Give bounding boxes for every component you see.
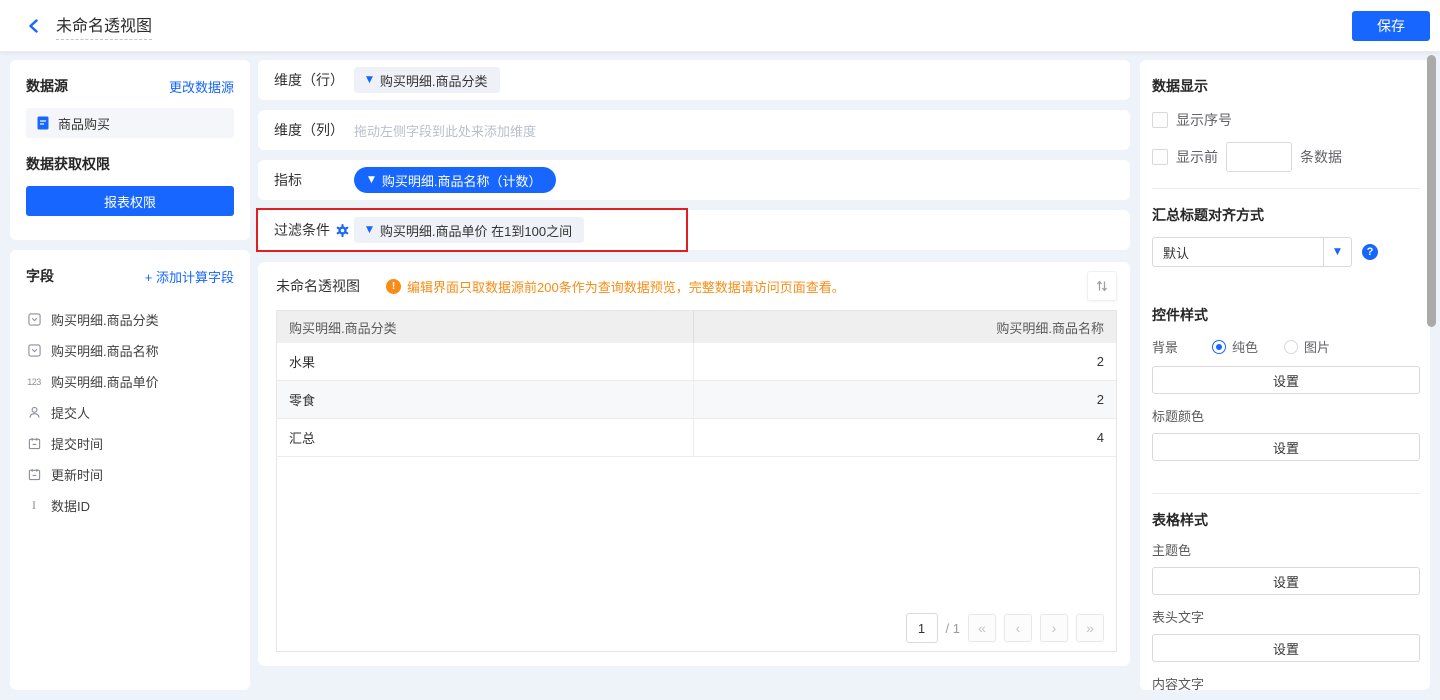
next-page-button[interactable]: › — [1040, 614, 1068, 642]
preview-panel: 未命名透视图 ! 编辑界面只取数据源前200条作为查询数据预览，完整数据请访问页… — [258, 262, 1130, 666]
solid-color-radio[interactable]: 纯色 — [1212, 337, 1258, 356]
filter-row: 过滤条件 ▼ 购买明细.商品单价 在1到100之间 — [258, 210, 1130, 250]
field-item-data-id[interactable]: I 数据ID — [26, 490, 234, 521]
title-color-label: 标题颜色 — [1152, 406, 1420, 425]
chevron-left-icon — [27, 19, 41, 33]
page-number-input[interactable] — [906, 613, 938, 643]
caret-down-icon: ▼ — [366, 226, 373, 235]
row-dimension-tag[interactable]: ▼ 购买明细.商品分类 — [354, 67, 500, 93]
table-header-row: 购买明细.商品分类 购买明细.商品名称 — [277, 311, 1116, 343]
field-item-name[interactable]: 购买明细.商品名称 — [26, 335, 234, 366]
show-first-checkbox[interactable] — [1152, 149, 1168, 165]
col-dimension-placeholder: 拖动左侧字段到此处来添加维度 — [354, 121, 536, 140]
theme-color-setting-button[interactable]: 设置 — [1152, 567, 1420, 595]
report-permission-button[interactable]: 报表权限 — [26, 186, 234, 216]
text-id-icon: I — [26, 498, 42, 513]
chevron-down-icon: ▼ — [1323, 238, 1351, 266]
document-icon — [36, 116, 50, 130]
filter-condition-tag[interactable]: ▼ 购买明细.商品单价 在1到100之间 — [354, 217, 584, 243]
calendar-icon — [26, 437, 42, 450]
field-item-update-time[interactable]: 更新时间 — [26, 459, 234, 490]
top-bar: 未命名透视图 保存 — [0, 0, 1440, 52]
back-button[interactable] — [24, 16, 44, 36]
table-row: 水果 2 — [277, 343, 1116, 381]
datasource-item[interactable]: 商品购买 — [26, 108, 234, 138]
preview-warning: ! 编辑界面只取数据源前200条作为查询数据预览，完整数据请访问页面查看。 — [386, 277, 845, 296]
select-field-icon — [26, 344, 42, 357]
row-dimension-label: 维度（行） — [274, 70, 354, 90]
number-field-icon: 123 — [26, 377, 42, 387]
calendar-icon — [26, 468, 42, 481]
row-dimension-row: 维度（行） ▼ 购买明细.商品分类 — [258, 60, 1130, 100]
field-item-submitter[interactable]: 提交人 — [26, 397, 234, 428]
background-option: 背景 纯色 图片 — [1152, 337, 1420, 356]
data-display-title: 数据显示 — [1152, 76, 1420, 96]
summary-align-title: 汇总标题对齐方式 — [1152, 205, 1420, 225]
caret-down-icon: ▼ — [366, 76, 373, 85]
metric-tag[interactable]: ▼ 购买明细.商品名称（计数） — [354, 167, 556, 193]
field-item-category[interactable]: 购买明细.商品分类 — [26, 304, 234, 335]
plus-icon: + — [145, 270, 153, 285]
datasource-panel: 数据源 更改数据源 商品购买 数据获取权限 报表权限 — [10, 60, 250, 240]
select-field-icon — [26, 313, 42, 326]
table-row-summary: 汇总 4 — [277, 419, 1116, 457]
table-style-title: 表格样式 — [1152, 510, 1420, 530]
show-index-checkbox[interactable] — [1152, 112, 1168, 128]
vertical-scrollbar[interactable] — [1427, 55, 1436, 327]
row-limit-input[interactable] — [1226, 142, 1292, 172]
page-title[interactable]: 未命名透视图 — [56, 12, 152, 40]
table-row: 零食 2 — [277, 381, 1116, 419]
sort-icon — [1095, 279, 1109, 293]
filter-label: 过滤条件 — [274, 220, 354, 240]
header-text-label: 表头文字 — [1152, 607, 1420, 626]
preview-title: 未命名透视图 — [276, 276, 360, 296]
gear-icon[interactable] — [335, 223, 350, 238]
background-setting-button[interactable]: 设置 — [1152, 366, 1420, 394]
col-dimension-label: 维度（列） — [274, 120, 354, 140]
user-icon — [26, 406, 42, 419]
pagination: / 1 « ‹ › » — [277, 605, 1116, 651]
warning-icon: ! — [386, 279, 401, 294]
caret-down-icon: ▼ — [368, 176, 375, 185]
change-datasource-link[interactable]: 更改数据源 — [169, 77, 234, 96]
metric-row: 指标 ▼ 购买明细.商品名称（计数） — [258, 160, 1130, 200]
table-header-category[interactable]: 购买明细.商品分类 — [277, 311, 694, 343]
show-index-option: 显示序号 — [1152, 110, 1420, 130]
settings-panel: 数据显示 显示序号 显示前 条数据 汇总标题对齐方式 默认 ▼ ? 控件样式 背… — [1140, 60, 1430, 690]
header-text-setting-button[interactable]: 设置 — [1152, 634, 1420, 662]
fields-title: 字段 — [26, 266, 54, 286]
theme-color-label: 主题色 — [1152, 540, 1420, 559]
help-icon[interactable]: ? — [1362, 244, 1378, 260]
radio-icon — [1284, 340, 1298, 354]
datasource-title: 数据源 — [26, 76, 68, 96]
widget-style-title: 控件样式 — [1152, 305, 1420, 325]
prev-page-button[interactable]: ‹ — [1004, 614, 1032, 642]
field-item-submit-time[interactable]: 提交时间 — [26, 428, 234, 459]
image-radio[interactable]: 图片 — [1284, 337, 1330, 356]
metric-label: 指标 — [274, 170, 354, 190]
preview-table: 购买明细.商品分类 购买明细.商品名称 水果 2 零食 2 汇总 4 / 1 «… — [276, 310, 1117, 652]
datasource-name: 商品购买 — [58, 114, 110, 133]
permission-title: 数据获取权限 — [26, 154, 234, 174]
divider — [1152, 188, 1420, 189]
radio-checked-icon — [1212, 340, 1226, 354]
field-list: 购买明细.商品分类 购买明细.商品名称 123 购买明细.商品单价 提交人 提交… — [26, 304, 234, 521]
add-calc-field-link[interactable]: + 添加计算字段 — [145, 267, 234, 286]
table-header-count[interactable]: 购买明细.商品名称 — [694, 318, 1116, 337]
title-color-setting-button[interactable]: 设置 — [1152, 433, 1420, 461]
sort-button[interactable] — [1087, 271, 1117, 301]
fields-panel: 字段 + 添加计算字段 购买明细.商品分类 购买明细.商品名称 123 购买明细… — [10, 250, 250, 690]
divider — [1152, 493, 1420, 494]
show-first-option: 显示前 条数据 — [1152, 142, 1420, 172]
content-text-label: 内容文字 — [1152, 674, 1420, 690]
summary-align-select[interactable]: 默认 ▼ — [1152, 237, 1352, 267]
page-total: / 1 — [946, 621, 960, 636]
field-item-price[interactable]: 123 购买明细.商品单价 — [26, 366, 234, 397]
last-page-button[interactable]: » — [1076, 614, 1104, 642]
save-button[interactable]: 保存 — [1352, 11, 1430, 41]
first-page-button[interactable]: « — [968, 614, 996, 642]
col-dimension-row[interactable]: 维度（列） 拖动左侧字段到此处来添加维度 — [258, 110, 1130, 150]
